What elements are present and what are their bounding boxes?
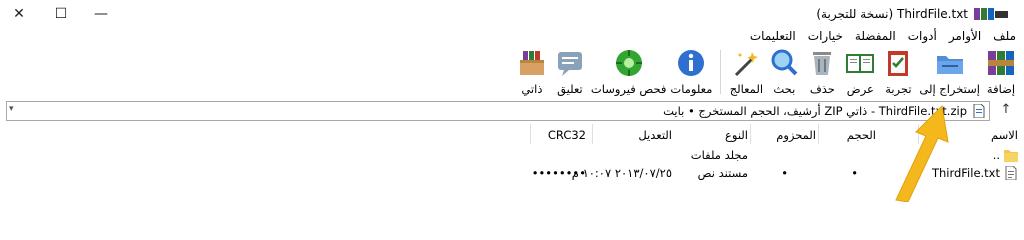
- toolbar-info-label: معلومات: [670, 82, 713, 96]
- address-bar[interactable]: ThirdFile.txt.zip - ذاتي ZIP أرشيف، الحج…: [6, 101, 990, 121]
- toolbar-sfx-label: ذاتي: [521, 82, 543, 96]
- toolbar-comment-label: تعليق: [557, 82, 583, 96]
- toolbar-virusscan-button[interactable]: فحص فيروسات: [589, 46, 669, 96]
- toolbar-find-label: بحث: [773, 82, 796, 96]
- winrar-app-icon: [974, 8, 1008, 20]
- column-header-row: الاسم الحجم المحزوم النوع التعديل CRC32: [0, 124, 1024, 144]
- view-book-icon: [843, 46, 877, 80]
- toolbar-separator: [720, 50, 722, 94]
- toolbar-sfx-button[interactable]: ذاتي: [513, 46, 551, 96]
- toolbar-extract-label: إستخراج إلى: [919, 82, 980, 96]
- menu-options[interactable]: خيارات: [808, 29, 843, 45]
- toolbar-find-button[interactable]: بحث: [765, 46, 803, 96]
- info-icon: [674, 46, 708, 80]
- list-item-parent-folder[interactable]: .. مجلد ملفات: [0, 146, 1024, 164]
- menu-bar: ملف الأوامر أدوات المفضلة خيارات التعليم…: [750, 29, 1016, 45]
- menu-file[interactable]: ملف: [993, 29, 1016, 45]
- row-type: مستند نص: [697, 166, 748, 180]
- toolbar-add-label: إضافة: [986, 82, 1016, 96]
- menu-help[interactable]: التعليمات: [750, 29, 796, 45]
- toolbar-view-button[interactable]: عرض: [841, 46, 879, 96]
- maximize-icon[interactable]: ☐: [50, 4, 72, 24]
- winrar-window: ✕ ☐ — ThirdFile.txt (نسخة للتجربة) ملف ا…: [0, 0, 1024, 202]
- file-list: الاسم الحجم المحزوم النوع التعديل CRC32 …: [0, 124, 1024, 202]
- chevron-down-icon[interactable]: ▾: [9, 104, 21, 118]
- column-header-type[interactable]: النوع: [725, 128, 748, 142]
- window-title: ThirdFile.txt (نسخة للتجربة): [816, 7, 968, 21]
- text-file-icon: [1005, 166, 1017, 180]
- add-archive-icon: [984, 46, 1018, 80]
- column-header-name[interactable]: الاسم: [991, 128, 1018, 142]
- row-size: •: [851, 166, 858, 180]
- toolbar-delete-label: حذف: [809, 82, 835, 96]
- toolbar-comment-button[interactable]: تعليق: [551, 46, 589, 96]
- column-header-packed[interactable]: المحزوم: [776, 128, 816, 142]
- row-crc32: ••••••••: [531, 166, 586, 180]
- wizard-wand-icon: [729, 46, 763, 80]
- row-name: ..: [992, 148, 1000, 162]
- test-clipboard-icon: [881, 46, 915, 80]
- toolbar-wizard-label: المعالج: [729, 82, 764, 96]
- row-packed: •: [781, 166, 788, 180]
- toolbar-extract-button[interactable]: إستخراج إلى: [917, 46, 982, 96]
- archive-file-icon: [973, 104, 985, 118]
- column-divider[interactable]: [818, 124, 819, 144]
- column-header-modified[interactable]: التعديل: [638, 128, 672, 142]
- menu-favorites[interactable]: المفضلة: [855, 29, 896, 45]
- toolbar-info-button[interactable]: معلومات: [668, 46, 714, 96]
- menu-tools[interactable]: أدوات: [908, 29, 937, 45]
- comment-icon: [553, 46, 587, 80]
- toolbar-wizard-button[interactable]: المعالج: [727, 46, 765, 96]
- toolbar-view-label: عرض: [846, 82, 874, 96]
- toolbar-delete-button[interactable]: حذف: [803, 46, 841, 96]
- column-divider[interactable]: [530, 124, 531, 144]
- annotation-arrow-icon: [895, 104, 949, 202]
- column-header-crc32[interactable]: CRC32: [548, 128, 586, 142]
- toolbar-virusscan-label: فحص فيروسات: [590, 82, 667, 96]
- toolbar-test-label: تجربة: [885, 82, 912, 96]
- row-type: مجلد ملفات: [690, 148, 748, 162]
- toolbar-test-button[interactable]: تجربة: [879, 46, 917, 96]
- up-arrow-icon[interactable]: ↑: [998, 102, 1014, 120]
- toolbar: إضافة إستخراج إلى تجربة عرض حذف بحث المع…: [513, 46, 1020, 98]
- search-magnifier-icon: [767, 46, 801, 80]
- menu-commands[interactable]: الأوامر: [949, 29, 981, 45]
- column-divider[interactable]: [750, 124, 751, 144]
- row-modified: ٢٠١٣/٠٧/٢٥ ١٠:٠٧ م: [571, 166, 672, 180]
- list-item-thirdfile[interactable]: ThirdFile.txt • • مستند نص ٢٠١٣/٠٧/٢٥ ١٠…: [0, 164, 1024, 182]
- toolbar-add-button[interactable]: إضافة: [982, 46, 1020, 96]
- trash-icon: [805, 46, 839, 80]
- extract-folder-icon: [933, 46, 967, 80]
- minimize-icon[interactable]: —: [90, 4, 112, 24]
- column-header-size[interactable]: الحجم: [847, 128, 876, 142]
- address-row: ↑ ThirdFile.txt.zip - ذاتي ZIP أرشيف، ال…: [0, 100, 1024, 122]
- title-bar: ✕ ☐ — ThirdFile.txt (نسخة للتجربة): [0, 0, 1024, 28]
- sfx-box-icon: [515, 46, 549, 80]
- virus-scan-icon: [612, 46, 646, 80]
- folder-icon: [1004, 150, 1018, 162]
- column-divider[interactable]: [592, 124, 593, 144]
- close-icon[interactable]: ✕: [8, 4, 30, 24]
